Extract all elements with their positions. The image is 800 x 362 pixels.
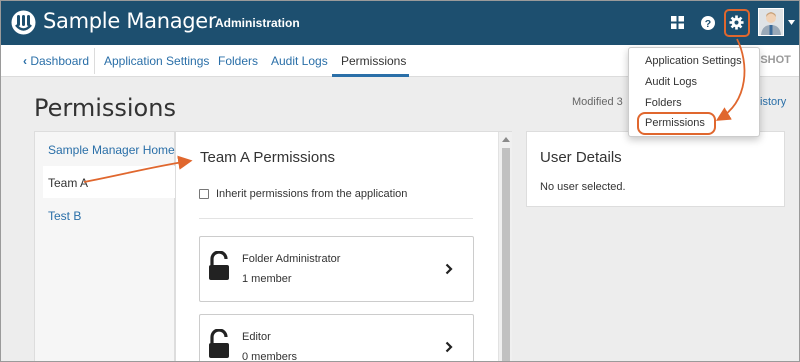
folder-item-sample-manager-home[interactable]: Sample Manager Home [48,143,175,157]
folder-item-team-a[interactable]: Team A [43,166,177,198]
modified-info: Modified 3 [572,96,623,108]
inherit-permissions-checkbox[interactable] [199,189,209,199]
role-name: Folder Administrator [242,253,341,265]
settings-dropdown-menu: Application Settings Audit Logs Folders … [628,47,760,137]
menu-item-permissions[interactable]: Permissions [645,117,705,129]
grid-icon[interactable] [671,16,684,29]
folder-list: Sample Manager Home Team A Test B [34,131,177,361]
tab-application-settings[interactable]: Application Settings [104,54,209,68]
scrollbar-thumb[interactable] [502,148,510,361]
dashboard-link[interactable]: ‹ Dashboard [23,54,89,68]
chevron-right-icon [445,263,453,275]
help-icon[interactable]: ? [701,16,715,30]
folder-item-test-b[interactable]: Test B [48,209,81,223]
menu-item-audit-logs[interactable]: Audit Logs [645,76,697,88]
tab-audit-logs[interactable]: Audit Logs [271,54,328,68]
folder-item-label: Team A [48,176,89,190]
app-title[interactable]: Sample Manager [43,9,217,33]
gear-icon[interactable] [729,15,744,30]
role-card-editor[interactable]: Editor 0 members [199,314,474,362]
role-member-count: 0 members [242,351,298,362]
panel-scrollbar[interactable] [498,132,512,361]
section-title: Administration [215,16,300,30]
menu-item-folders[interactable]: Folders [645,97,682,109]
page-title: Permissions [34,94,176,122]
role-member-count: 1 member [242,273,292,285]
user-details-panel: User Details No user selected. [526,131,785,207]
tab-permissions[interactable]: Permissions [341,54,406,68]
user-details-empty: No user selected. [540,181,626,193]
panel-divider [199,218,473,219]
lock-open-icon [209,329,229,358]
top-header-bar: Sample Manager Administration ? [1,1,799,45]
scroll-up-arrow-icon[interactable] [502,137,510,142]
tab-folders[interactable]: Folders [218,54,258,68]
subnav-divider [94,48,95,74]
user-avatar-icon[interactable] [758,8,784,36]
active-tab-indicator [332,74,409,77]
inherit-permissions-label[interactable]: Inherit permissions from the application [216,188,407,200]
role-card-folder-administrator[interactable]: Folder Administrator 1 member [199,236,474,302]
svg-text:?: ? [705,18,711,30]
menu-item-application-settings[interactable]: Application Settings [645,55,742,67]
caret-down-icon[interactable] [788,20,795,25]
user-details-title: User Details [540,149,622,166]
app-frame: Sample Manager Administration ? ‹ Dashbo… [0,0,800,362]
role-name: Editor [242,331,271,343]
team-permissions-title: Team A Permissions [200,149,336,166]
history-link[interactable]: istory [760,96,786,108]
team-permissions-panel: Team A Permissions Inherit permissions f… [175,131,512,362]
chevron-right-icon [445,341,453,353]
lock-open-icon [209,251,229,280]
sample-manager-logo-icon[interactable] [11,10,36,35]
